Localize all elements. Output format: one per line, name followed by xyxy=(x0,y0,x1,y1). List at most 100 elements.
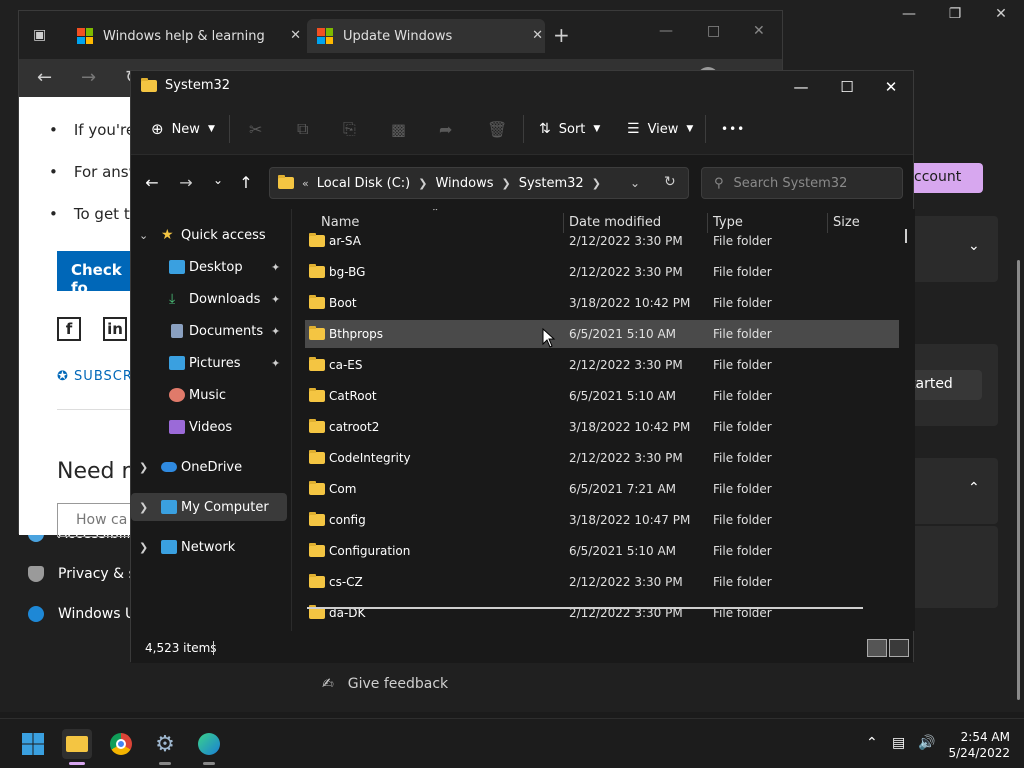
pin-icon[interactable]: ✦ xyxy=(271,325,280,338)
facebook-icon[interactable]: f xyxy=(57,317,81,341)
horizontal-scrollbar[interactable] xyxy=(307,607,863,609)
get-started-button[interactable]: tarted xyxy=(908,370,982,400)
table-row[interactable]: ca-ES 2/12/2022 3:30 PM File folder xyxy=(305,351,899,379)
forward-icon[interactable]: → xyxy=(81,67,96,88)
linkedin-icon[interactable]: in xyxy=(103,317,127,341)
give-feedback-link[interactable]: ✍ Give feedback xyxy=(322,676,448,692)
table-row[interactable]: Com 6/5/2021 7:21 AM File folder xyxy=(305,475,899,503)
new-tab-icon[interactable]: + xyxy=(553,23,570,47)
breadcrumb-overflow[interactable]: « xyxy=(302,177,309,190)
table-row[interactable]: ar-SA 2/12/2022 3:30 PM File folder xyxy=(305,227,899,255)
search-input[interactable]: ⚲ Search System32 xyxy=(701,167,903,199)
close-tab-icon[interactable]: ✕ xyxy=(290,28,301,43)
chevron-right-icon[interactable]: ❯ xyxy=(139,541,148,554)
pin-icon[interactable]: ✦ xyxy=(271,293,280,306)
recent-locations-icon[interactable]: ⌄ xyxy=(207,173,229,187)
settings-card-3[interactable]: ⌃ xyxy=(908,458,998,524)
start-icon[interactable] xyxy=(18,729,48,759)
breadcrumb-windows[interactable]: Windows xyxy=(435,176,493,191)
table-row[interactable]: da-DK 2/12/2022 3:30 PM File folder xyxy=(305,599,899,627)
nav-videos[interactable]: Videos xyxy=(131,413,287,441)
table-row[interactable]: cs-CZ 2/12/2022 3:30 PM File folder xyxy=(305,568,899,596)
nav-network[interactable]: ❯ Network xyxy=(131,533,287,561)
chevron-down-icon[interactable]: ⌄ xyxy=(139,229,148,242)
table-row[interactable]: Boot 3/18/2022 10:42 PM File folder xyxy=(305,289,899,317)
download-icon: ⤓ xyxy=(169,291,176,307)
paste-icon[interactable]: ⎘ xyxy=(343,119,356,139)
edge-minimize-button[interactable]: — xyxy=(659,23,673,39)
close-button[interactable]: ✕ xyxy=(871,75,911,99)
chevron-down-icon[interactable]: ⌄ xyxy=(630,176,640,190)
minimize-button[interactable]: — xyxy=(781,75,821,99)
edge-restore-button[interactable]: □ xyxy=(707,23,720,39)
breadcrumb-system32[interactable]: System32 xyxy=(519,176,584,191)
settings-card-1[interactable]: ⌄ xyxy=(908,216,998,282)
see-more-button[interactable]: ••• xyxy=(721,119,745,139)
cut-icon[interactable]: ✂ xyxy=(249,119,262,139)
pin-icon[interactable]: ✦ xyxy=(271,261,280,274)
chevron-right-icon[interactable]: ❯ xyxy=(501,177,510,190)
settings-scrollbar[interactable] xyxy=(1017,260,1020,700)
chevron-right-icon[interactable]: ❯ xyxy=(139,501,148,514)
table-row[interactable]: Configuration 6/5/2021 5:10 AM File folder xyxy=(305,537,899,565)
chevron-right-icon[interactable]: ❯ xyxy=(418,177,427,190)
sort-button[interactable]: ⇅ Sort ▼ xyxy=(539,119,600,139)
close-tab-icon[interactable]: ✕ xyxy=(532,28,543,43)
edge-close-button[interactable]: ✕ xyxy=(753,23,765,39)
table-row[interactable]: catroot2 3/18/2022 10:42 PM File folder xyxy=(305,413,899,441)
show-hidden-icons-icon[interactable]: ⌃ xyxy=(866,735,878,751)
refresh-icon[interactable]: ↻ xyxy=(664,174,676,190)
tab-update-windows[interactable]: Update Windows ✕ xyxy=(307,19,545,53)
settings-nav-privacy[interactable]: Privacy & s xyxy=(28,566,136,582)
table-row[interactable]: CodeIntegrity 2/12/2022 3:30 PM File folde… xyxy=(305,444,899,472)
tab-windows-help[interactable]: Windows help & learning ✕ xyxy=(67,19,303,53)
file-name: config xyxy=(329,513,366,527)
settings-icon[interactable]: ⚙ xyxy=(150,729,180,765)
chevron-right-icon[interactable]: ❯ xyxy=(139,461,148,474)
nav-quick-access[interactable]: ⌄ ★ Quick access xyxy=(131,221,287,249)
nav-downloads[interactable]: ⤓ Downloads ✦ xyxy=(131,285,287,313)
nav-documents[interactable]: Documents ✦ xyxy=(131,317,287,345)
volume-icon[interactable]: 🔊 xyxy=(918,735,935,751)
forward-icon[interactable]: → xyxy=(175,173,197,192)
table-row[interactable]: CatRoot 6/5/2021 5:10 AM File folder xyxy=(305,382,899,410)
view-button[interactable]: ☰ View ▼ xyxy=(627,119,693,139)
tab-actions-icon[interactable]: ▣ xyxy=(33,27,46,43)
edge-icon[interactable] xyxy=(194,729,224,765)
copy-icon[interactable]: ⧉ xyxy=(297,119,308,139)
table-row[interactable]: bg-BG 2/12/2022 3:30 PM File folder xyxy=(305,258,899,286)
address-bar[interactable]: « Local Disk (C:) ❯ Windows ❯ System32 ❯… xyxy=(269,167,689,199)
pin-icon[interactable]: ✦ xyxy=(271,357,280,370)
nav-music[interactable]: Music xyxy=(131,381,287,409)
share-icon[interactable]: ➦ xyxy=(439,119,452,139)
vertical-scrollbar[interactable] xyxy=(905,229,907,243)
file-explorer-icon[interactable] xyxy=(62,729,92,765)
clock[interactable]: 2:54 AM 5/24/2022 xyxy=(940,729,1010,761)
chrome-icon[interactable] xyxy=(106,729,136,759)
settings-nav-windows-update[interactable]: Windows U xyxy=(28,606,135,622)
nav-pictures[interactable]: Pictures ✦ xyxy=(131,349,287,377)
nav-my-computer[interactable]: ❯ My Computer xyxy=(131,493,287,521)
table-row[interactable]: config 3/18/2022 10:47 PM File folder xyxy=(305,506,899,534)
new-button[interactable]: ⊕ New ▼ xyxy=(151,119,215,139)
rename-icon[interactable]: ▩ xyxy=(391,119,406,139)
subscribe-link[interactable]: ✪ SUBSCRI xyxy=(57,369,138,384)
network-tray-icon[interactable]: ▤ xyxy=(892,735,905,751)
settings-restore-button[interactable]: ❐ xyxy=(940,6,970,22)
delete-icon[interactable]: 🗑 xyxy=(487,119,507,139)
maximize-button[interactable]: ☐ xyxy=(827,75,867,99)
details-view-button[interactable] xyxy=(867,639,887,657)
up-icon[interactable]: ↑ xyxy=(235,173,257,192)
chevron-right-icon[interactable]: ❯ xyxy=(592,177,601,190)
back-icon[interactable]: ← xyxy=(141,173,163,192)
settings-minimize-button[interactable]: — xyxy=(894,6,924,22)
nav-desktop[interactable]: Desktop ✦ xyxy=(131,253,287,281)
documents-icon xyxy=(171,324,183,338)
nav-label: Documents xyxy=(189,323,264,339)
nav-onedrive[interactable]: ❯ OneDrive xyxy=(131,453,287,481)
large-icons-view-button[interactable] xyxy=(889,639,909,657)
settings-close-button[interactable]: ✕ xyxy=(986,6,1016,22)
table-row[interactable]: Bthprops 6/5/2021 5:10 AM File folder xyxy=(305,320,899,348)
breadcrumb-local-disk[interactable]: Local Disk (C:) xyxy=(317,176,410,191)
back-icon[interactable]: ← xyxy=(37,67,52,88)
